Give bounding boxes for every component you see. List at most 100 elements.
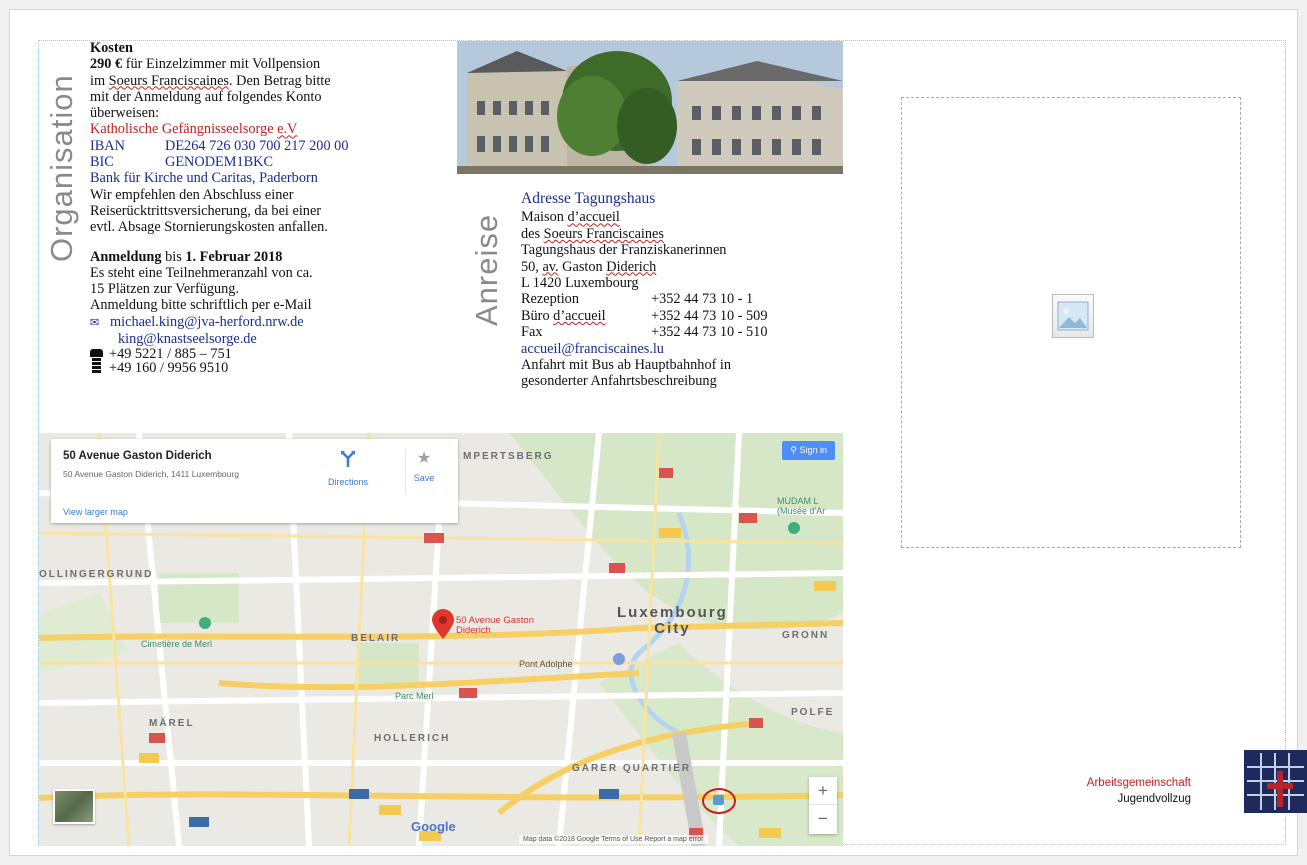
address-line-4-number: 50, xyxy=(521,258,543,275)
kosten-line-2-prefix: im xyxy=(90,72,109,89)
anmeldung-deadline: 1. Februar 2018 xyxy=(185,248,283,265)
bus-note-1: Anfahrt mit Bus ab Hauptbahnhof in xyxy=(521,357,732,374)
map-label-parc-merl: Parc Merl xyxy=(395,691,434,701)
directions-label: Directions xyxy=(327,477,368,487)
map-label-city-line-1: Luxembourg xyxy=(617,604,728,621)
logo-grid-cross-icon xyxy=(1244,750,1307,813)
google-logo: Google xyxy=(411,819,456,834)
account-name-suffix: e.V xyxy=(277,121,298,138)
phone-block: +49 5221 / 885 – 751 +49 160 / 9956 9510 xyxy=(90,347,430,375)
address-heading: Adresse Tagungshaus xyxy=(521,190,656,207)
kosten-heading: Kosten xyxy=(90,40,133,56)
mail-icon: ✉ xyxy=(90,315,100,329)
contact-row-office: Büro d’accueil +352 44 73 10 - 509 xyxy=(521,308,841,324)
map-label-cimetiere: Cimetière de Merl xyxy=(141,639,213,649)
contact-value-fax: +352 44 73 10 - 510 xyxy=(651,324,768,341)
map-pin-icon[interactable] xyxy=(432,609,454,639)
map-label-marel: MÄREL xyxy=(149,718,195,729)
anmeldung-line-2: 15 Plätzen zur Verfügung. xyxy=(90,281,240,298)
email-link-2[interactable]: king@knastseelsorge.de xyxy=(90,331,430,347)
logo-text-line-1: Arbeitsgemeinschaft xyxy=(1086,777,1191,789)
iban-label: IBAN xyxy=(90,137,125,154)
logo-text-line-2: Jugendvollzug xyxy=(1117,793,1191,805)
contact-row-reception: Rezeption +352 44 73 10 - 1 xyxy=(521,291,841,307)
map-label-belair: BELAIR xyxy=(351,633,401,644)
view-larger-map-link[interactable]: View larger map xyxy=(63,507,128,517)
address-line-1-prefix: Maison xyxy=(521,209,568,226)
save-button[interactable]: ★ Save xyxy=(389,449,459,483)
account-name: Katholische Gefängnisseelsorge e.V xyxy=(90,121,430,137)
kosten-line-2: im Soeurs Franciscaines. Den Betrag bitt… xyxy=(90,73,430,89)
kosten-line-3: mit der Anmeldung auf folgendes Konto xyxy=(90,88,322,105)
anmeldung-heading-label: Anmeldung xyxy=(90,248,162,265)
anmeldung-heading-mid: bis xyxy=(161,248,186,265)
google-map[interactable]: 50 Avenue Gaston Diderich 50 Avenue Gast… xyxy=(39,433,843,846)
map-label-gronn: GRONN xyxy=(782,630,830,641)
kosten-line-2-misspelled: Soeurs Franciscaines xyxy=(108,72,229,89)
save-label: Save xyxy=(413,473,435,483)
map-label-city: Luxembourg City xyxy=(617,605,728,637)
directions-button[interactable]: Directions xyxy=(313,449,383,487)
phone-number-1: +49 5221 / 885 – 751 xyxy=(109,346,232,363)
map-card-address: 50 Avenue Gaston Diderich, 1411 Luxembou… xyxy=(63,469,239,479)
address-line-2: des Soeurs Franciscaines xyxy=(521,226,841,242)
contact-label-office: Büro d’accueil xyxy=(521,308,651,324)
bic-value: GENODEM1BKC xyxy=(165,154,274,171)
directions-icon xyxy=(313,449,383,473)
address-line-4-street: Diderich xyxy=(606,258,657,275)
building-photo-graphic xyxy=(457,41,843,174)
iban-row: IBAN DE264 726 030 700 217 200 00 xyxy=(90,138,430,154)
address-line-2-prefix: des xyxy=(521,225,544,242)
map-label-polfe: POLFE xyxy=(791,707,835,718)
address-text-block: Adresse Tagungshaus Maison d’accueil des… xyxy=(521,190,841,390)
picture-placeholder[interactable] xyxy=(901,97,1241,548)
address-line-3: Tagungshaus der Franziskanerinnen xyxy=(521,242,727,259)
map-attribution: Map data ©2018 Google Terms of Use Repor… xyxy=(519,835,708,844)
iban-value: DE264 726 030 700 217 200 00 xyxy=(165,137,349,154)
kosten-line-1-text: für Einzelzimmer mit Vollpension xyxy=(122,56,321,73)
phone-number-2: +49 160 / 9956 9510 xyxy=(109,360,229,377)
map-label-garer-quartier: GARER QUARTIER xyxy=(572,763,692,774)
picture-icon[interactable] xyxy=(1052,294,1094,338)
zoom-in-button[interactable]: + xyxy=(809,777,837,805)
anmeldung-line-1: Es steht eine Teilnehmeranzahl von ca. xyxy=(90,264,313,281)
map-label-rollingergrund: OLLINGERGRUND xyxy=(39,569,154,580)
contact-label-office-word: d’accueil xyxy=(553,307,606,324)
anreise-vertical-label: Anreise xyxy=(469,213,504,326)
organisation-vertical-label: Organisation xyxy=(44,74,79,262)
sign-in-label: Sign in xyxy=(799,445,827,455)
map-label-pont-adolphe: Pont Adolphe xyxy=(519,659,573,669)
address-line-4-mid: Gaston xyxy=(558,258,607,275)
address-email[interactable]: accueil@franciscaines.lu xyxy=(521,341,841,357)
train-station-icon xyxy=(713,795,724,805)
email-link-1[interactable]: michael.king@jva-herford.nrw.de xyxy=(110,314,304,330)
insurance-note-1: Wir empfehlen den Abschluss einer xyxy=(90,186,294,203)
anmeldung-heading: Anmeldung bis 1. Februar 2018 xyxy=(90,249,430,265)
contact-row-fax: Fax +352 44 73 10 - 510 xyxy=(521,324,841,340)
contact-value-reception: +352 44 73 10 - 1 xyxy=(651,291,754,308)
bus-note-2: gesonderter Anfahrtsbeschreibung xyxy=(521,373,717,390)
map-label-limpertsberg: MPERTSBERG xyxy=(463,451,554,462)
building-photo xyxy=(457,41,843,174)
kosten-line-2-rest: . Den Betrag bitte xyxy=(228,72,331,89)
kosten-price: 290 € xyxy=(90,56,123,73)
contact-label-fax: Fax xyxy=(521,324,543,341)
map-label-mudam: MUDAM L (Musée d'Ar xyxy=(777,496,826,516)
map-info-card: 50 Avenue Gaston Diderich 50 Avenue Gast… xyxy=(51,439,458,523)
anmeldung-line-3: Anmeldung bitte schriftlich per e-Mail xyxy=(90,297,312,314)
zoom-out-button[interactable]: − xyxy=(809,805,837,833)
satellite-toggle-button[interactable] xyxy=(53,789,95,824)
bic-label: BIC xyxy=(90,154,114,171)
contact-label-reception: Rezeption xyxy=(521,291,579,308)
sign-in-button[interactable]: ⚲ Sign in xyxy=(782,441,835,460)
kosten-line-1: 290 € für Einzelzimmer mit Vollpension xyxy=(90,56,430,72)
bank-name: Bank für Kirche und Caritas, Paderborn xyxy=(90,170,318,187)
map-card-title: 50 Avenue Gaston Diderich xyxy=(63,450,212,462)
account-name-main: Katholische Gefängnisseelsorge xyxy=(90,121,278,138)
telephone-icon xyxy=(90,349,103,375)
bic-row: BIC GENODEM1BKC xyxy=(90,154,430,170)
contact-label-office-prefix: Büro xyxy=(521,307,554,324)
document-page: Organisation Anreise Kosten 290 € für Ei… xyxy=(9,9,1307,856)
address-line-5: L 1420 Luxembourg xyxy=(521,275,639,292)
address-line-1: Maison d’accueil xyxy=(521,209,841,225)
